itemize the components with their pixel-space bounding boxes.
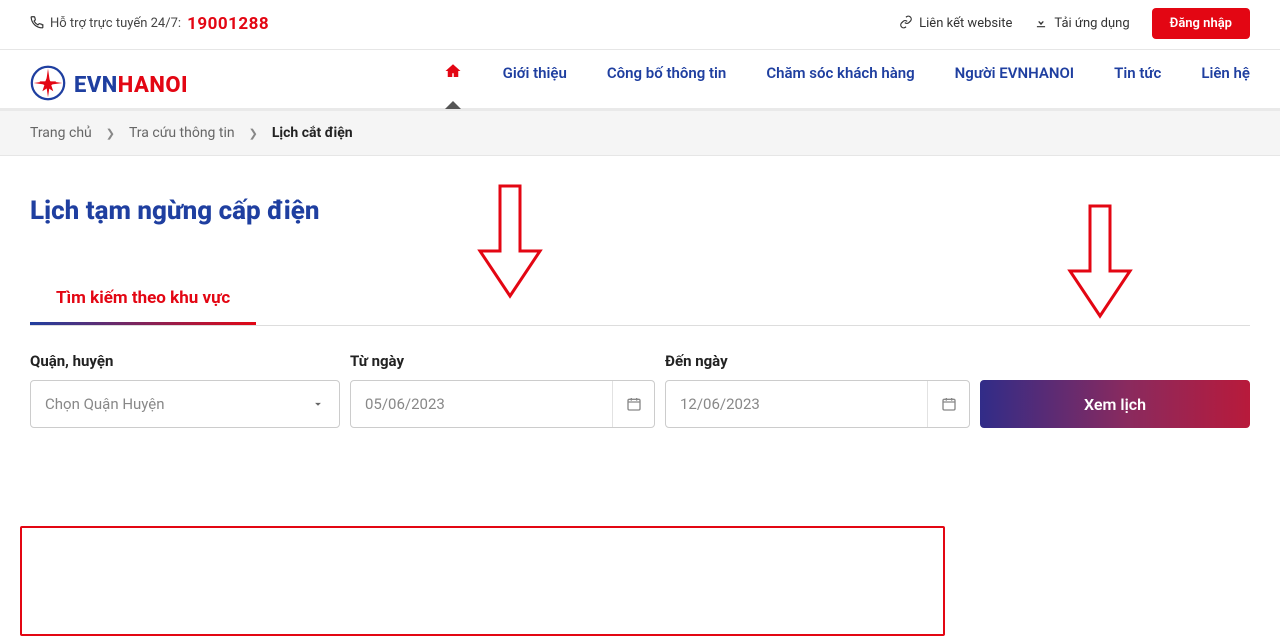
breadcrumb-current: Lịch cắt điện (272, 125, 353, 141)
top-bar: Hỗ trợ trực tuyến 24/7: 19001288 Liên kế… (0, 0, 1280, 49)
hotline-number[interactable]: 19001288 (187, 14, 269, 34)
download-app-label: Tải ứng dụng (1054, 16, 1129, 31)
link-icon (899, 15, 913, 33)
link-website-label: Liên kết website (919, 16, 1012, 31)
page-title: Lịch tạm ngừng cấp điện (30, 196, 1250, 226)
nav-tin-tuc[interactable]: Tin tức (1114, 64, 1161, 106)
nav-nguoi-evn[interactable]: Người EVNHANOI (955, 64, 1074, 106)
district-col: Quận, huyện Chọn Quận Huyện (30, 352, 340, 428)
top-bar-left: Hỗ trợ trực tuyến 24/7: 19001288 (30, 14, 269, 34)
nav-cham-soc[interactable]: Chăm sóc khách hàng (766, 64, 914, 106)
top-bar-right: Liên kết website Tải ứng dụng Đăng nhập (899, 8, 1250, 39)
from-date-value: 05/06/2023 (351, 395, 612, 413)
breadcrumb-home[interactable]: Trang chủ (30, 125, 92, 141)
nav-home[interactable] (443, 62, 463, 108)
tab-row: Tìm kiếm theo khu vực (30, 274, 1250, 326)
district-label: Quận, huyện (30, 352, 340, 370)
chevron-right-icon: ❯ (106, 127, 115, 140)
logo-text: EVNHANOI (74, 73, 188, 98)
calendar-icon[interactable] (612, 381, 654, 427)
to-date-value: 12/06/2023 (666, 395, 927, 413)
logo-icon (30, 65, 66, 105)
spacer-label (980, 352, 1250, 370)
nav-cong-bo[interactable]: Công bố thông tin (607, 64, 726, 106)
breadcrumb: Trang chủ ❯ Tra cứu thông tin ❯ Lịch cắt… (0, 111, 1280, 156)
login-button[interactable]: Đăng nhập (1152, 8, 1250, 39)
download-icon (1034, 15, 1048, 33)
phone-icon (30, 15, 44, 33)
link-website[interactable]: Liên kết website (899, 15, 1012, 33)
submit-col: Xem lịch (980, 352, 1250, 428)
content: Lịch tạm ngừng cấp điện Tìm kiếm theo kh… (0, 156, 1280, 458)
chevron-down-icon (297, 381, 339, 427)
main-nav: EVNHANOI Giới thiệu Công bố thông tin Ch… (0, 50, 1280, 108)
home-icon (443, 66, 463, 84)
breadcrumb-lookup[interactable]: Tra cứu thông tin (129, 125, 235, 141)
download-app[interactable]: Tải ứng dụng (1034, 15, 1129, 33)
support-label: Hỗ trợ trực tuyến 24/7: (50, 16, 181, 31)
logo[interactable]: EVNHANOI (30, 65, 188, 105)
from-date-label: Từ ngày (350, 352, 655, 370)
logo-text-hanoi: HANOI (118, 73, 188, 98)
to-date-col: Đến ngày 12/06/2023 (665, 352, 970, 428)
tab-search-by-area[interactable]: Tìm kiếm theo khu vực (30, 274, 256, 325)
from-date-input[interactable]: 05/06/2023 (350, 380, 655, 428)
view-schedule-button[interactable]: Xem lịch (980, 380, 1250, 428)
calendar-icon[interactable] (927, 381, 969, 427)
nav-items: Giới thiệu Công bố thông tin Chăm sóc kh… (443, 62, 1250, 108)
from-date-col: Từ ngày 05/06/2023 (350, 352, 655, 428)
chevron-right-icon: ❯ (249, 127, 258, 140)
to-date-input[interactable]: 12/06/2023 (665, 380, 970, 428)
logo-text-evn: EVN (74, 73, 118, 98)
to-date-label: Đến ngày (665, 352, 970, 370)
nav-lien-he[interactable]: Liên hệ (1201, 64, 1250, 106)
district-select[interactable]: Chọn Quận Huyện (30, 380, 340, 428)
form: Quận, huyện Chọn Quận Huyện Từ ngày 05/0… (30, 352, 1250, 428)
district-placeholder: Chọn Quận Huyện (31, 395, 297, 413)
annotation-box (20, 526, 945, 636)
nav-gioi-thieu[interactable]: Giới thiệu (503, 64, 567, 106)
